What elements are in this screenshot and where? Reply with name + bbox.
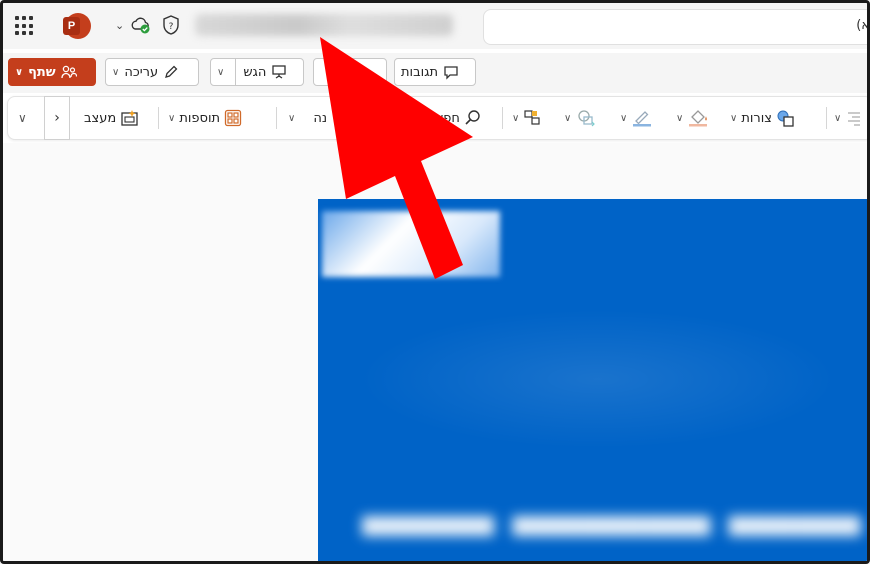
ribbon-separator bbox=[276, 107, 277, 129]
shape-effects-icon bbox=[578, 110, 596, 127]
shapes-button[interactable]: ∨ צורות bbox=[730, 97, 796, 139]
partial-button[interactable]: ∨ נה bbox=[288, 97, 327, 139]
powerpoint-logo[interactable]: P bbox=[63, 13, 91, 39]
shield-icon[interactable]: ? bbox=[161, 14, 181, 36]
outline-button[interactable]: ∨ bbox=[620, 97, 653, 139]
shape-fill-button[interactable]: ∨ bbox=[564, 97, 597, 139]
ribbon-separator bbox=[826, 107, 827, 129]
addins-label: תוספות bbox=[179, 110, 221, 126]
present-label: הגש bbox=[243, 64, 267, 80]
share-label: שתף bbox=[28, 64, 56, 80]
presentation-icon bbox=[272, 65, 287, 79]
ribbon-separator bbox=[502, 107, 503, 129]
split-divider bbox=[235, 59, 236, 85]
document-title-blurred bbox=[195, 14, 453, 36]
addins-icon bbox=[224, 109, 242, 127]
chevron-down-icon[interactable]: ∨ bbox=[512, 113, 519, 124]
search-input[interactable]: (א bbox=[483, 9, 870, 45]
comments-button[interactable]: תגובות bbox=[394, 58, 476, 86]
addins-button[interactable]: ∨ תוספות bbox=[168, 97, 242, 139]
search-placeholder-tail: (א bbox=[856, 18, 870, 33]
chevron-down-icon[interactable]: ∨ bbox=[676, 113, 683, 124]
pencil-icon bbox=[165, 65, 178, 78]
chevron-down-icon[interactable]: ∨ bbox=[564, 113, 571, 124]
powerpoint-logo-letter: P bbox=[63, 17, 80, 35]
designer-icon bbox=[121, 110, 138, 126]
cloud-sync-icon[interactable] bbox=[130, 15, 152, 35]
chevron-down-icon[interactable]: ∨ bbox=[18, 111, 27, 125]
align-text-icon bbox=[848, 112, 861, 126]
app-window: P ⌄ ? (א ∨ שתף ∨ עריכה ∨ הגש תגובות ∨ › … bbox=[0, 0, 870, 564]
ribbon-separator bbox=[158, 107, 159, 129]
chevron-down-icon[interactable]: ∨ bbox=[288, 113, 295, 124]
paint-bucket-icon bbox=[689, 110, 708, 127]
edit-label: עריכה bbox=[124, 64, 159, 80]
search-ribbon-label: חפש bbox=[434, 110, 460, 126]
slide-blurred-logo bbox=[322, 211, 500, 277]
present-button[interactable]: ∨ הגש bbox=[210, 58, 304, 86]
shapes-icon bbox=[777, 110, 794, 127]
chevron-down-icon[interactable]: ∨ bbox=[15, 67, 23, 78]
chevron-down-icon[interactable]: ∨ bbox=[834, 113, 841, 124]
edit-mode-button[interactable]: ∨ עריכה bbox=[105, 58, 199, 86]
designer-label: מעצב bbox=[84, 110, 117, 126]
search-icon bbox=[465, 110, 480, 125]
waffle-icon[interactable] bbox=[15, 16, 35, 36]
ribbon-collapse-toggle[interactable]: ∨ bbox=[18, 97, 27, 139]
comment-icon bbox=[444, 66, 458, 80]
search-ribbon-button[interactable]: חפש bbox=[434, 97, 482, 139]
chevron-right-icon: › bbox=[54, 110, 60, 126]
chevron-down-icon[interactable]: ∨ bbox=[168, 113, 175, 124]
arrange-button[interactable]: ∨ bbox=[512, 97, 543, 139]
chevron-down-icon[interactable]: ∨ bbox=[730, 113, 737, 124]
text-align-button[interactable]: ∨ bbox=[834, 97, 863, 139]
arrange-icon bbox=[524, 110, 540, 125]
designer-button[interactable]: מעצב bbox=[84, 97, 140, 139]
person-share-icon bbox=[60, 65, 77, 79]
ribbon-scroll-button[interactable]: › bbox=[44, 96, 70, 140]
partial-label: נה bbox=[313, 110, 328, 126]
ribbon-toolbar: ∨ › מעצב ∨ תוספות ∨ נה חפש ∨ ∨ ∨ ∨ ∨ צור… bbox=[7, 96, 867, 140]
title-bar: P ⌄ ? (א bbox=[3, 3, 870, 49]
command-row: ∨ שתף ∨ עריכה ∨ הגש תגובות bbox=[3, 53, 867, 93]
obscured-button[interactable] bbox=[313, 58, 387, 86]
slide-blurred-title: ▬▬ ▬▬▬ ▬▬ bbox=[362, 476, 861, 550]
shape-outline-icon bbox=[633, 111, 652, 127]
fill-button[interactable]: ∨ bbox=[676, 97, 709, 139]
svg-text:?: ? bbox=[169, 22, 174, 32]
comments-label: תגובות bbox=[401, 64, 439, 80]
shapes-label: צורות bbox=[741, 110, 773, 126]
share-button[interactable]: ∨ שתף bbox=[8, 58, 96, 86]
slide-thumbnail[interactable]: ▬▬ ▬▬▬ ▬▬ bbox=[318, 199, 867, 561]
chevron-down-icon[interactable]: ∨ bbox=[217, 67, 224, 78]
chevron-down-icon[interactable]: ∨ bbox=[112, 67, 119, 78]
slide-faint-content bbox=[358, 309, 838, 449]
chevron-down-icon[interactable]: ∨ bbox=[620, 113, 627, 124]
chevron-down-icon[interactable]: ⌄ bbox=[115, 19, 124, 32]
